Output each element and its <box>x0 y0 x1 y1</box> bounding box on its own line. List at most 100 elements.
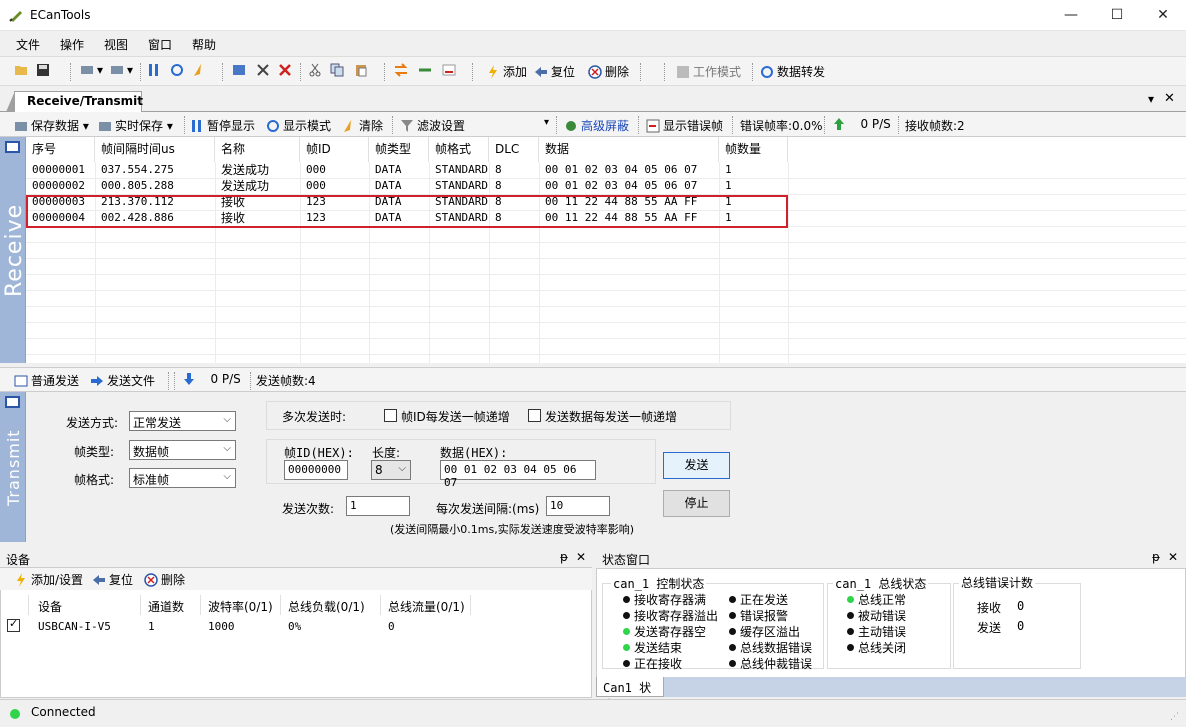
device-delete-button[interactable]: 删除 <box>144 571 185 588</box>
pin-icon[interactable]: ᵽ <box>1152 550 1160 564</box>
open-button[interactable] <box>14 63 31 77</box>
data-increment-checkbox[interactable] <box>528 409 541 422</box>
tab-receive-transmit[interactable]: Receive/Transmit <box>6 91 143 112</box>
work-mode-button[interactable]: 工作模式 <box>676 63 741 80</box>
send-file-button[interactable]: 发送文件 <box>90 372 155 389</box>
floppy-icon <box>37 64 49 76</box>
menu-window[interactable]: 窗口 <box>148 36 172 53</box>
realtime-save-button[interactable]: 实时保存 ▾ <box>98 117 173 134</box>
col-header-frame-id[interactable]: 帧ID <box>300 137 369 162</box>
pause-button[interactable] <box>147 63 164 77</box>
back-arrow-icon <box>93 575 105 585</box>
red-window-icon <box>442 64 456 76</box>
data-input[interactable]: 00 01 02 03 04 05 06 07 <box>440 460 596 489</box>
window-button[interactable] <box>442 63 459 77</box>
col-header-interval[interactable]: 帧间隔时间us <box>95 137 215 162</box>
col-header-frame-count[interactable]: 帧数量 <box>719 137 788 162</box>
chevron-down-icon: ⌵ <box>398 463 406 474</box>
dev-col-channels[interactable]: 通道数 <box>148 598 184 615</box>
refresh-button[interactable] <box>170 63 187 77</box>
frame-type-select[interactable]: 数据帧 ⌵ <box>129 440 236 460</box>
menu-help[interactable]: 帮助 <box>192 36 216 53</box>
save-button[interactable] <box>36 63 53 77</box>
add-setup-button[interactable]: 添加/设置 <box>14 571 83 588</box>
menu-view[interactable]: 视图 <box>104 36 128 53</box>
col-header-frame-format[interactable]: 帧格式 <box>429 137 489 162</box>
tool-button-2[interactable] <box>256 63 273 77</box>
display-mode-button[interactable]: 显示模式 <box>266 117 331 134</box>
status-item-label: 总线关闭 <box>858 641 907 655</box>
device-checkbox[interactable]: ✓ <box>7 617 20 632</box>
data-label: 数据(HEX): <box>440 446 508 460</box>
normal-send-button[interactable]: 普通发送 <box>14 372 79 389</box>
tool-button-3[interactable] <box>278 63 295 77</box>
interval-input[interactable]: 10 <box>546 496 610 516</box>
status-item: 接收寄存器满 <box>623 591 706 608</box>
reset-button[interactable]: 复位 <box>534 63 575 80</box>
transmit-window-icon[interactable] <box>5 396 20 408</box>
show-error-frames-button[interactable]: 显示错误帧 <box>646 117 723 134</box>
length-select[interactable]: 8 ⌵ <box>371 460 411 480</box>
dev-col-traffic[interactable]: 总线流量(0/1) <box>388 598 465 615</box>
sync-icon <box>761 66 773 78</box>
pin-icon[interactable]: ᵽ <box>560 550 568 564</box>
col-header-index[interactable]: 序号 <box>26 137 95 162</box>
advanced-mask-button[interactable]: 高级屏蔽 <box>564 117 629 134</box>
tab-can1-status[interactable]: Can1 状态 <box>596 677 664 712</box>
devices-close-icon[interactable]: ✕ <box>576 550 586 564</box>
filter-dropdown-icon[interactable]: ▾ <box>544 117 549 128</box>
status-dot-icon <box>729 612 736 619</box>
add-button[interactable]: 添加 <box>486 63 527 80</box>
col-header-data[interactable]: 数据 <box>539 137 719 162</box>
send-mode-select[interactable]: 正常发送 ⌵ <box>129 411 236 431</box>
connect-button[interactable] <box>418 63 435 77</box>
id-increment-checkbox[interactable] <box>384 409 397 422</box>
dev-col-baud[interactable]: 波特率(0/1) <box>208 598 273 615</box>
table-row[interactable]: 00000002 000.805.288 发送成功 000 DATA STANDARD 8 0… <box>26 178 788 194</box>
minimize-button[interactable]: — <box>1048 0 1094 31</box>
table-row[interactable]: 00000001 037.554.275 发送成功 000 DATA STANDARD 8 0… <box>26 162 788 178</box>
frame-format-select[interactable]: 标准帧 ⌵ <box>129 468 236 488</box>
dev-col-load[interactable]: 总线负载(0/1) <box>288 598 365 615</box>
tab-dropdown-icon[interactable]: ▾ <box>1148 92 1154 106</box>
send-button[interactable]: 发送 <box>663 452 730 479</box>
col-header-dlc[interactable]: DLC <box>489 137 539 162</box>
close-button[interactable]: ✕ <box>1140 0 1186 31</box>
lightning-icon <box>489 65 497 79</box>
menu-operate[interactable]: 操作 <box>60 36 84 53</box>
status-item-label: 主动错误 <box>858 625 907 639</box>
save-data-button[interactable]: 保存数据 ▾ <box>14 117 89 134</box>
status-dot-icon <box>847 628 854 635</box>
clear-receive-button[interactable]: 清除 <box>342 117 383 134</box>
stop-button[interactable]: 停止 <box>663 490 730 517</box>
col-header-name[interactable]: 名称 <box>215 137 300 162</box>
delete-label: 删除 <box>605 65 630 79</box>
send-count-input[interactable]: 1 <box>346 496 410 516</box>
status-dot-icon <box>847 644 854 651</box>
cut-button[interactable] <box>308 63 325 77</box>
dev-col-device[interactable]: 设备 <box>38 598 62 615</box>
receive-window-icon[interactable] <box>5 141 20 153</box>
document-tab-strip: Receive/Transmit ▾ ✕ <box>0 88 1186 112</box>
clear-button[interactable] <box>192 63 209 77</box>
tab-close-icon[interactable]: ✕ <box>1164 91 1175 106</box>
menu-file[interactable]: 文件 <box>16 36 40 53</box>
device-button[interactable]: ▾ <box>80 63 103 77</box>
status-close-icon[interactable]: ✕ <box>1168 550 1178 564</box>
plug-icon <box>419 68 431 72</box>
paste-button[interactable] <box>354 63 371 77</box>
device-reset-button[interactable]: 复位 <box>92 571 133 588</box>
status-item-label: 被动错误 <box>858 609 907 623</box>
filter-settings-button[interactable]: 滤波设置 <box>400 117 465 134</box>
tool-button-1[interactable] <box>232 63 249 77</box>
transfer-button[interactable] <box>394 63 411 77</box>
frame-id-input[interactable]: 00000000 <box>284 460 348 480</box>
data-forward-button[interactable]: 数据转发 <box>760 63 825 80</box>
col-header-frame-type[interactable]: 帧类型 <box>369 137 429 162</box>
maximize-button[interactable]: ☐ <box>1094 0 1140 31</box>
delete-button[interactable]: 删除 <box>588 63 629 80</box>
copy-button[interactable] <box>330 63 347 77</box>
device-button-2[interactable]: ▾ <box>110 63 133 77</box>
send-mode-label: 发送方式: <box>66 416 119 430</box>
pause-display-button[interactable]: 暂停显示 <box>190 117 255 134</box>
